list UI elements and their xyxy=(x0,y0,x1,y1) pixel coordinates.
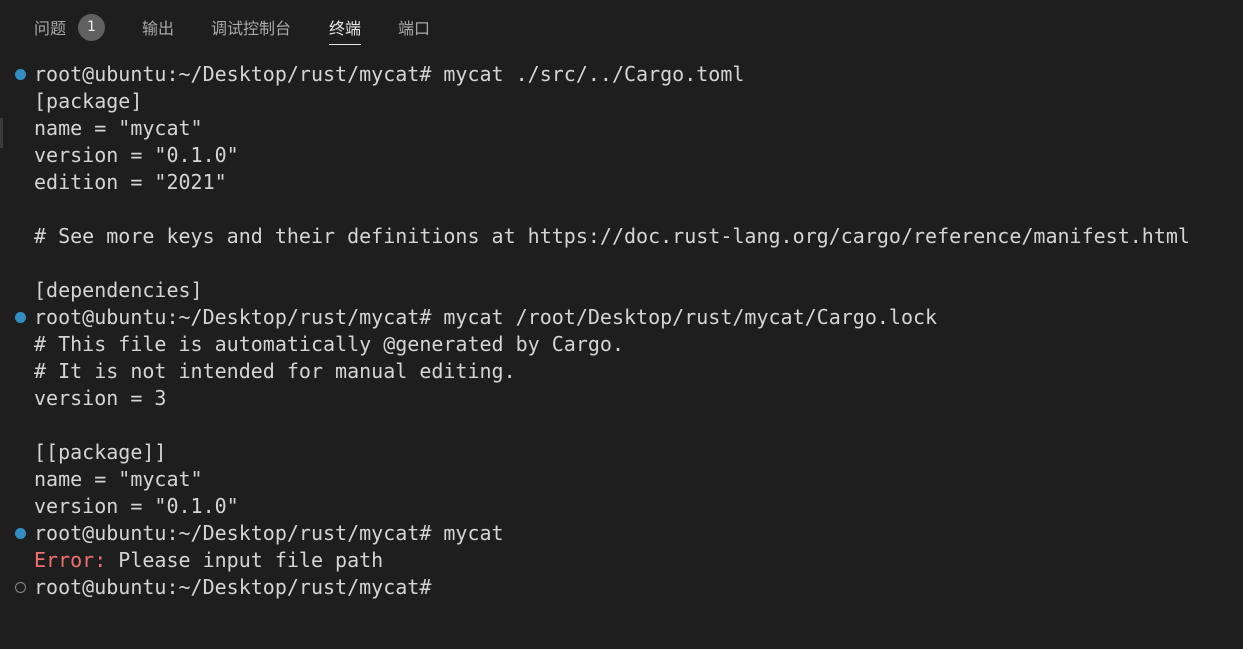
terminal-line-text: edition = "2021" xyxy=(34,170,227,194)
terminal-line: name = "mycat" xyxy=(0,466,1243,493)
terminal-line: name = "mycat" xyxy=(0,115,1243,142)
command-success-decoration-icon[interactable] xyxy=(15,528,26,539)
tab-ports[interactable]: 端口 xyxy=(398,0,430,54)
command-pending-decoration-icon[interactable] xyxy=(15,582,26,593)
terminal-line: root@ubuntu:~/Desktop/rust/mycat# mycat xyxy=(0,520,1243,547)
tab-problems[interactable]: 问题 1 xyxy=(34,0,106,54)
tab-problems-label: 问题 xyxy=(34,19,67,38)
terminal-line-text: root@ubuntu:~/Desktop/rust/mycat# xyxy=(34,575,432,599)
terminal-line: # This file is automatically @generated … xyxy=(0,331,1243,358)
terminal-line: # It is not intended for manual editing. xyxy=(0,358,1243,385)
terminal-line-text: root@ubuntu:~/Desktop/rust/mycat# mycat xyxy=(34,521,504,545)
terminal-line-text: name = "mycat" xyxy=(34,467,203,491)
panel-tab-bar: 问题 1 输出 调试控制台 终端 端口 xyxy=(0,0,1243,54)
tab-terminal[interactable]: 终端 xyxy=(329,0,362,54)
terminal-line: [package] xyxy=(0,88,1243,115)
terminal-line: Error: Please input file path xyxy=(0,547,1243,574)
terminal-line: root@ubuntu:~/Desktop/rust/mycat# mycat … xyxy=(0,61,1243,88)
terminal-line: version = "0.1.0" xyxy=(0,142,1243,169)
tab-debug-console[interactable]: 调试控制台 xyxy=(211,0,291,54)
tab-debug-console-label: 调试控制台 xyxy=(211,19,292,38)
tab-output-label: 输出 xyxy=(142,19,175,38)
command-success-decoration-icon[interactable] xyxy=(15,312,26,323)
tab-terminal-label: 终端 xyxy=(329,19,362,38)
terminal-line-text: # It is not intended for manual editing. xyxy=(34,359,516,383)
terminal-line-text: [[package]] xyxy=(34,440,167,464)
command-success-decoration-icon[interactable] xyxy=(15,69,26,80)
terminal-line-text: version = 3 xyxy=(34,386,167,410)
terminal-line: root@ubuntu:~/Desktop/rust/mycat# xyxy=(0,574,1243,601)
tab-output[interactable]: 输出 xyxy=(142,0,174,54)
terminal-line: # See more keys and their definitions at… xyxy=(0,223,1243,250)
terminal-line: version = "0.1.0" xyxy=(0,493,1243,520)
tab-ports-label: 端口 xyxy=(398,19,431,38)
terminal-line-text: [package] xyxy=(34,89,143,113)
terminal-line: [[package]] xyxy=(0,439,1243,466)
terminal-line-text: version = "0.1.0" xyxy=(34,143,239,167)
terminal-line: root@ubuntu:~/Desktop/rust/mycat# mycat … xyxy=(0,304,1243,331)
terminal-line-text: Please input file path xyxy=(106,548,384,572)
terminal-output[interactable]: root@ubuntu:~/Desktop/rust/mycat# mycat … xyxy=(0,61,1243,601)
error-label: Error: xyxy=(34,548,107,572)
active-tab-indicator xyxy=(329,44,362,45)
terminal-line: edition = "2021" xyxy=(0,169,1243,196)
terminal-line-text: version = "0.1.0" xyxy=(34,494,239,518)
terminal-line-text: # This file is automatically @generated … xyxy=(34,332,625,356)
terminal-line-text: # See more keys and their definitions at… xyxy=(34,224,1190,248)
terminal-line-text: root@ubuntu:~/Desktop/rust/mycat# mycat … xyxy=(34,305,938,329)
terminal-line-text: root@ubuntu:~/Desktop/rust/mycat# mycat … xyxy=(34,62,745,86)
terminal-line-text: name = "mycat" xyxy=(34,116,203,140)
terminal-line: [dependencies] xyxy=(0,277,1243,304)
terminal-line-text: [dependencies] xyxy=(34,278,203,302)
problems-count-badge: 1 xyxy=(78,13,106,41)
terminal-line: version = 3 xyxy=(0,385,1243,412)
